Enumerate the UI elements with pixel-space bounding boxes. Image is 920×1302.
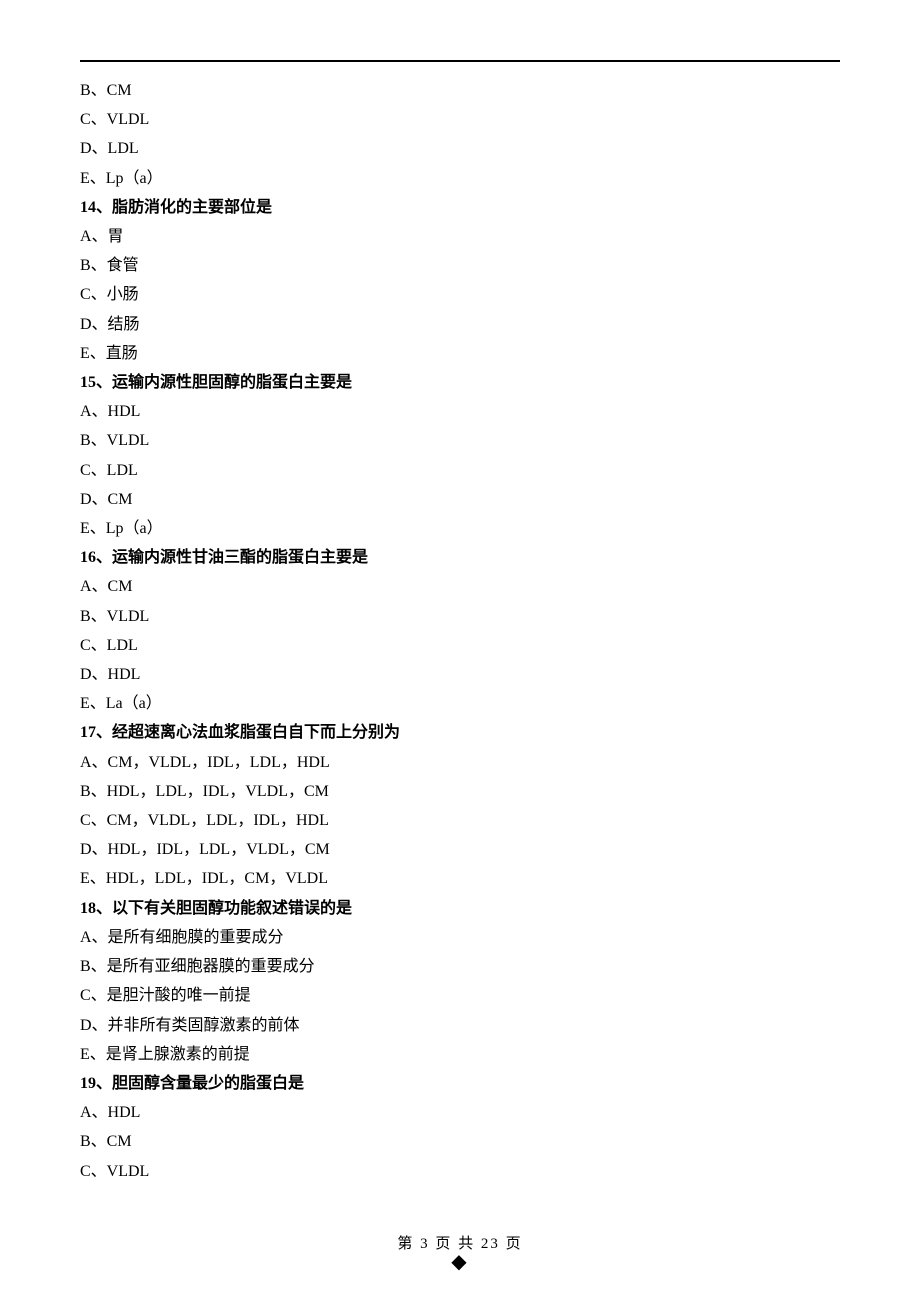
option-line: B、CM bbox=[80, 76, 840, 105]
option-line: A、胃 bbox=[80, 222, 840, 251]
option-line: E、La（a） bbox=[80, 689, 840, 718]
option-line: A、是所有细胞膜的重要成分 bbox=[80, 923, 840, 952]
option-line: A、HDL bbox=[80, 397, 840, 426]
option-line: E、是肾上腺激素的前提 bbox=[80, 1040, 840, 1069]
option-line: E、Lp（a） bbox=[80, 514, 840, 543]
footer-text: 第 3 页 共 23 页 bbox=[397, 1236, 522, 1252]
option-line: B、是所有亚细胞器膜的重要成分 bbox=[80, 952, 840, 981]
option-line: C、LDL bbox=[80, 631, 840, 660]
option-line: B、VLDL bbox=[80, 602, 840, 631]
option-line: D、LDL bbox=[80, 134, 840, 163]
option-line: C、CM，VLDL，LDL，IDL，HDL bbox=[80, 806, 840, 835]
option-line: D、并非所有类固醇激素的前体 bbox=[80, 1011, 840, 1040]
question-head: 19、胆固醇含量最少的脂蛋白是 bbox=[80, 1069, 840, 1098]
option-line: C、小肠 bbox=[80, 280, 840, 309]
option-line: B、CM bbox=[80, 1127, 840, 1156]
question-head: 14、脂肪消化的主要部位是 bbox=[80, 193, 840, 222]
question-head: 15、运输内源性胆固醇的脂蛋白主要是 bbox=[80, 368, 840, 397]
option-line: E、直肠 bbox=[80, 339, 840, 368]
option-line: D、HDL bbox=[80, 660, 840, 689]
option-line: B、VLDL bbox=[80, 426, 840, 455]
option-line: C、VLDL bbox=[80, 1157, 840, 1186]
page-container: B、CM C、VLDL D、LDL E、Lp（a） 14、脂肪消化的主要部位是 … bbox=[0, 0, 920, 1186]
question-head: 18、以下有关胆固醇功能叙述错误的是 bbox=[80, 894, 840, 923]
option-line: A、CM，VLDL，IDL，LDL，HDL bbox=[80, 748, 840, 777]
option-line: C、是胆汁酸的唯一前提 bbox=[80, 981, 840, 1010]
option-line: B、食管 bbox=[80, 251, 840, 280]
option-line: C、VLDL bbox=[80, 105, 840, 134]
question-head: 16、运输内源性甘油三酯的脂蛋白主要是 bbox=[80, 543, 840, 572]
option-line: D、HDL，IDL，LDL，VLDL，CM bbox=[80, 835, 840, 864]
option-line: B、HDL，LDL，IDL，VLDL，CM bbox=[80, 777, 840, 806]
top-rule bbox=[80, 60, 840, 62]
content-block: B、CM C、VLDL D、LDL E、Lp（a） 14、脂肪消化的主要部位是 … bbox=[80, 76, 840, 1186]
question-head: 17、经超速离心法血浆脂蛋白自下而上分别为 bbox=[80, 718, 840, 747]
option-line: E、HDL，LDL，IDL，CM，VLDL bbox=[80, 864, 840, 893]
option-line: D、结肠 bbox=[80, 310, 840, 339]
option-line: D、CM bbox=[80, 485, 840, 514]
option-line: A、CM bbox=[80, 572, 840, 601]
option-line: E、Lp（a） bbox=[80, 164, 840, 193]
footer-ornament: ◆ bbox=[0, 1257, 920, 1267]
option-line: C、LDL bbox=[80, 456, 840, 485]
page-footer: 第 3 页 共 23 页 ◆ bbox=[0, 1232, 920, 1267]
option-line: A、HDL bbox=[80, 1098, 840, 1127]
